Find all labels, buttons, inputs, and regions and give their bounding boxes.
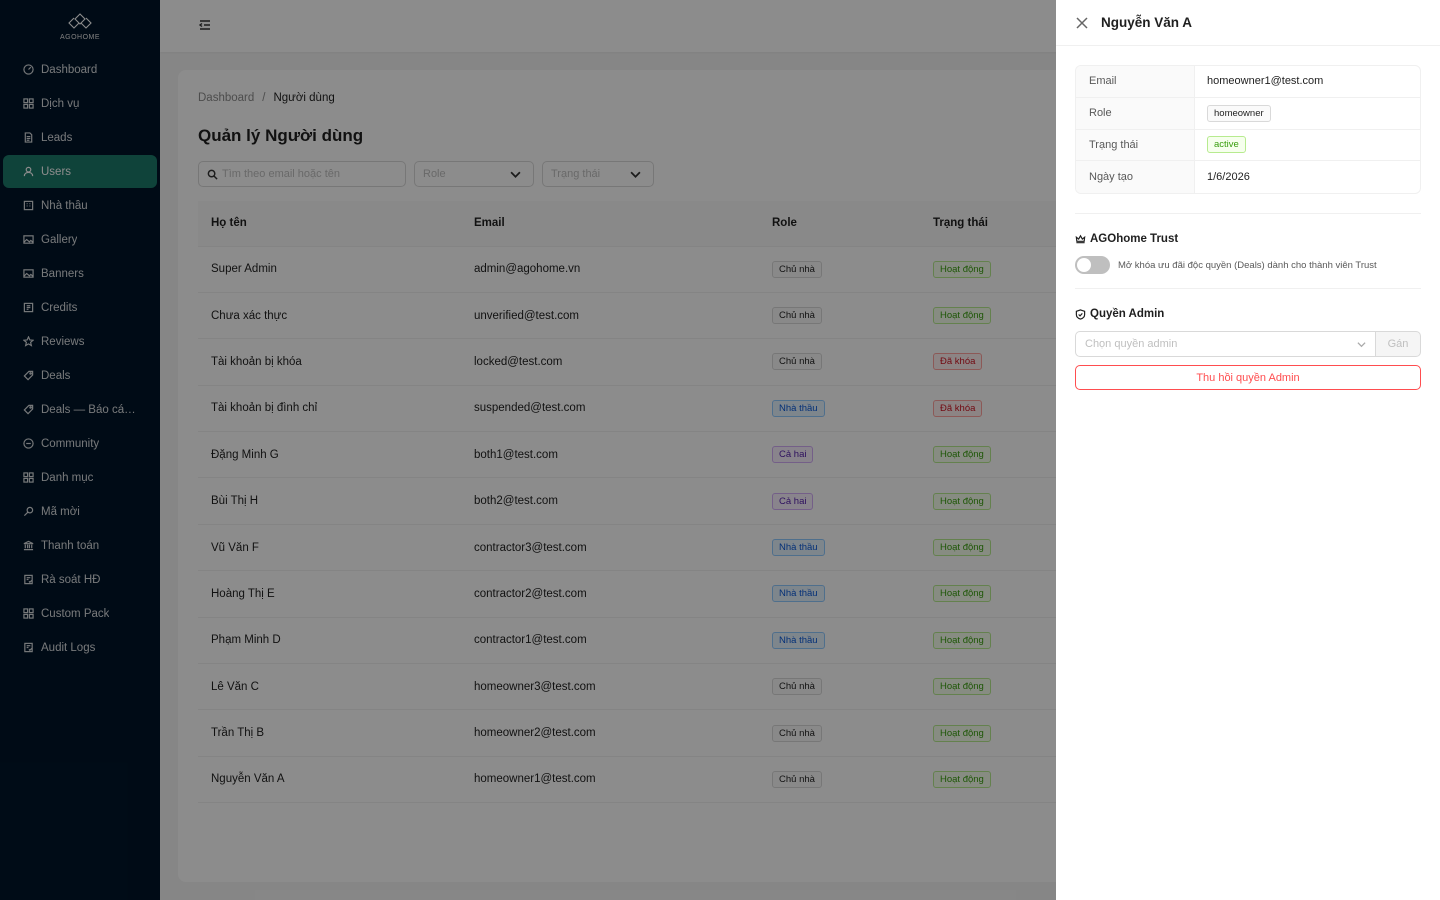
close-icon[interactable] xyxy=(1076,16,1088,29)
description-value: active xyxy=(1195,136,1246,154)
revoke-admin-button[interactable]: Thu hồi quyền Admin xyxy=(1075,365,1421,391)
description-label: Ngày tạo xyxy=(1076,161,1195,194)
divider xyxy=(1075,213,1421,215)
description-value: 1/6/2026 xyxy=(1195,171,1250,183)
drawer-title: Nguyễn Văn A xyxy=(1101,15,1193,30)
description-row: Trạng thái active xyxy=(1076,129,1420,162)
role-tag: homeowner xyxy=(1207,104,1271,122)
admin-role-placeholder: Chọn quyền admin xyxy=(1085,338,1178,351)
admin-section-title: Quyền Admin xyxy=(1075,308,1421,320)
divider xyxy=(1075,288,1421,290)
trust-switch[interactable] xyxy=(1075,256,1110,275)
description-label: Email xyxy=(1076,66,1195,97)
trust-section-title: AGOhome Trust xyxy=(1075,233,1421,245)
description-label: Role xyxy=(1076,97,1195,129)
admin-role-select[interactable]: Chọn quyền admin xyxy=(1075,331,1376,358)
description-value: homeowner1@test.com xyxy=(1195,75,1323,87)
status-tag: active xyxy=(1207,136,1246,154)
description-row: Role homeowner xyxy=(1076,97,1420,130)
admin-assign-row: Chọn quyền admin Gán xyxy=(1075,331,1421,358)
description-row: Email homeowner1@test.com xyxy=(1076,66,1420,98)
description-label: Trạng thái xyxy=(1076,129,1195,161)
shield-check-icon xyxy=(1075,308,1086,320)
drawer-body: Email homeowner1@test.com Role homeowner Trạ… xyxy=(1056,46,1440,391)
admin-title: Quyền Admin xyxy=(1090,308,1165,321)
trust-title: AGOhome Trust xyxy=(1090,233,1179,246)
user-detail-drawer: Nguyễn Văn A Email homeowner1@test.com Rol… xyxy=(1056,0,1440,900)
description-value: homeowner xyxy=(1195,104,1271,122)
trust-description: Mở khóa ưu đãi độc quyền (Deals) dành ch… xyxy=(1118,259,1377,271)
trust-toggle-row: Mở khóa ưu đãi độc quyền (Deals) dành ch… xyxy=(1075,256,1421,275)
crown-icon xyxy=(1075,234,1086,243)
chevron-down-icon xyxy=(1357,341,1366,347)
description-row: Ngày tạo 1/6/2026 xyxy=(1076,161,1420,194)
drawer-header: Nguyễn Văn A xyxy=(1056,0,1440,46)
description-value-text: homeowner1@test.com xyxy=(1207,75,1324,88)
assign-button[interactable]: Gán xyxy=(1376,331,1421,358)
user-descriptions: Email homeowner1@test.com Role homeowner Trạ… xyxy=(1075,65,1421,195)
description-value-text: 1/6/2026 xyxy=(1207,171,1250,184)
